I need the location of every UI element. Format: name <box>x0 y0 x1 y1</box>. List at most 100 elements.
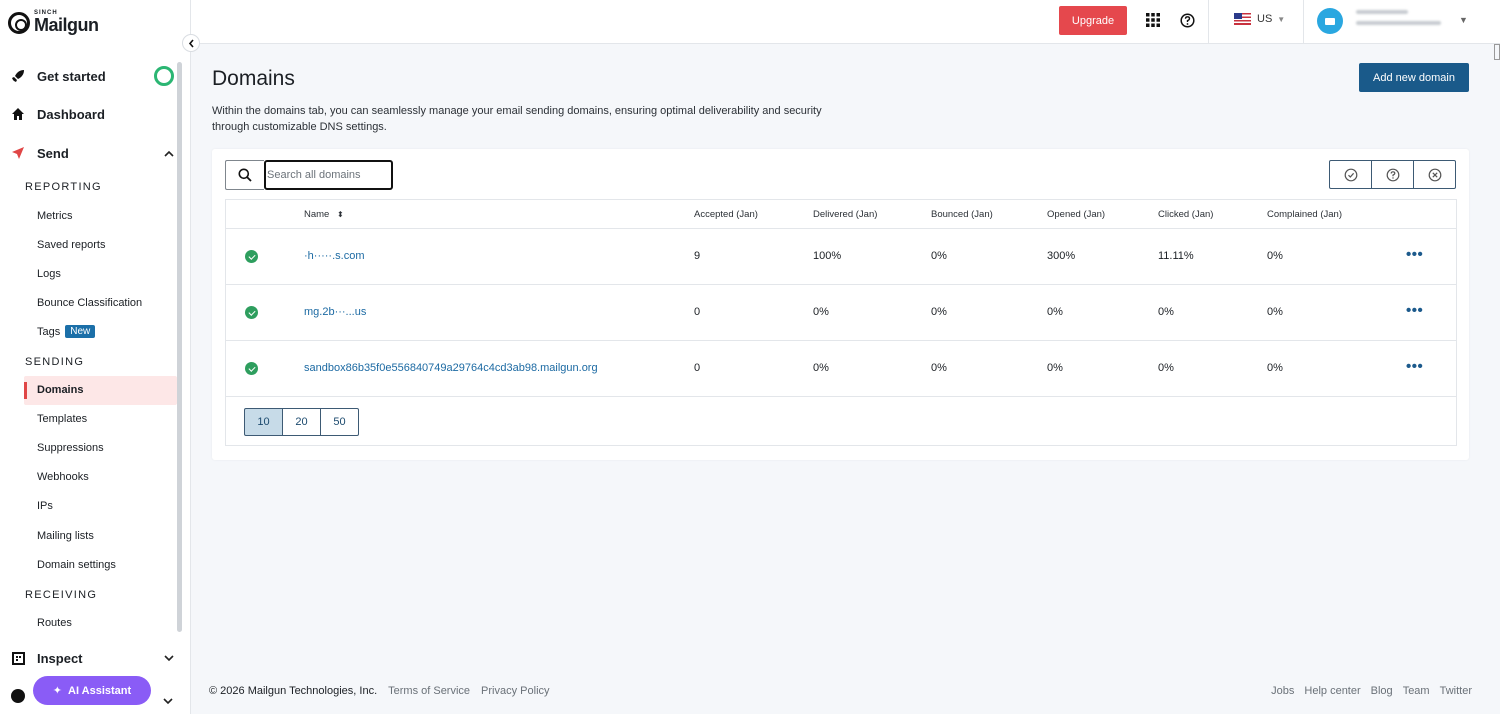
help-icon[interactable] <box>1179 12 1195 28</box>
complained-value: 0% <box>1267 306 1283 318</box>
user-email-redacted <box>1356 21 1441 25</box>
clicked-value: 0% <box>1158 362 1174 374</box>
ai-assistant-label: AI Assistant <box>68 684 132 697</box>
user-account-menu[interactable] <box>1356 10 1441 32</box>
mailgun-logo[interactable]: SINCH Mailgun <box>8 10 99 35</box>
sidebar-item-domains[interactable]: Domains <box>24 376 177 405</box>
footer-right: Jobs Help center Blog Team Twitter <box>1271 685 1472 697</box>
filter-unverified-button[interactable] <box>1371 160 1414 189</box>
sidebar-item-send[interactable]: Send <box>0 141 180 165</box>
filter-verified-button[interactable] <box>1329 160 1372 189</box>
ai-assistant-button[interactable]: ✦ AI Assistant <box>33 676 151 705</box>
sidebar-item-tags[interactable]: Tags New <box>37 325 96 338</box>
page-size-10-button[interactable]: 10 <box>244 408 283 436</box>
table-row: mg.2b···...us 0 0% 0% 0% 0% 0% ••• <box>226 285 1456 341</box>
bounced-value: 0% <box>931 362 947 374</box>
sidebar-item-templates[interactable]: Templates <box>37 413 87 425</box>
domain-link[interactable]: sandbox86b35f0e556840749a29764c4cd3ab98.… <box>304 362 598 374</box>
sidebar-item-ips[interactable]: IPs <box>37 500 53 512</box>
column-header-accepted: Accepted (Jan) <box>694 209 758 220</box>
question-circle-icon <box>1386 168 1399 181</box>
opened-value: 300% <box>1047 250 1076 262</box>
complained-value: 0% <box>1267 362 1283 374</box>
copyright-text: © 2026 Mailgun Technologies, Inc. <box>209 685 378 697</box>
team-link[interactable]: Team <box>1403 685 1430 697</box>
terms-of-service-link[interactable]: Terms of Service <box>388 685 470 697</box>
table-row: sandbox86b35f0e556840749a29764c4cd3ab98.… <box>226 341 1456 397</box>
sidebar-item-inspect[interactable]: Inspect <box>0 646 180 670</box>
section-receiving: RECEIVING <box>25 589 98 601</box>
jobs-link[interactable]: Jobs <box>1271 685 1294 697</box>
column-header-clicked: Clicked (Jan) <box>1158 209 1214 220</box>
upgrade-button[interactable]: Upgrade <box>1059 6 1127 35</box>
sidebar-item-metrics[interactable]: Metrics <box>37 210 72 222</box>
sidebar-item-label: Webhooks <box>37 471 89 483</box>
sidebar-item-label: Get started <box>37 68 106 84</box>
sidebar-item-label: Inspect <box>37 650 83 666</box>
page-scrollbar[interactable] <box>1494 44 1500 60</box>
add-new-domain-button[interactable]: Add new domain <box>1359 63 1469 92</box>
sidebar-item-get-started[interactable]: Get started <box>0 64 180 88</box>
domain-link[interactable]: mg.2b···...us <box>304 306 366 318</box>
opened-value: 0% <box>1047 362 1063 374</box>
sidebar-item-suppressions[interactable]: Suppressions <box>37 442 104 454</box>
sidebar-item-label: Templates <box>37 413 88 425</box>
sidebar-item-label: Dashboard <box>37 106 105 122</box>
caret-down-icon[interactable]: ▼ <box>1459 15 1468 25</box>
region-selector[interactable]: US ▼ <box>1234 13 1285 25</box>
accepted-value: 0 <box>694 306 701 318</box>
opened-value: 0% <box>1047 306 1063 318</box>
domain-link[interactable]: ·h·····.s.com <box>304 250 365 262</box>
page-size-20-button[interactable]: 20 <box>282 408 321 436</box>
sidebar-item-label: Bounce Classification <box>37 297 143 309</box>
table-header: Name ⬍ Accepted (Jan) Delivered (Jan) Bo… <box>226 200 1456 229</box>
globe-icon <box>11 689 25 703</box>
bounced-value: 0% <box>931 250 947 262</box>
sort-icon: ⬍ <box>336 210 344 219</box>
region-label: US <box>1257 13 1273 25</box>
sidebar-item-dashboard[interactable]: Dashboard <box>0 102 180 126</box>
sidebar-item-label: Logs <box>37 268 61 280</box>
accepted-value: 9 <box>694 250 701 262</box>
sidebar-item-saved-reports[interactable]: Saved reports <box>37 239 105 251</box>
user-name-redacted <box>1356 10 1408 14</box>
privacy-policy-link[interactable]: Privacy Policy <box>481 685 549 697</box>
sidebar-item-logs[interactable]: Logs <box>37 268 61 280</box>
column-header-complained: Complained (Jan) <box>1267 209 1342 220</box>
more-options-icon[interactable]: ••• <box>1406 302 1423 319</box>
page-title: Domains <box>212 67 295 90</box>
search-icon[interactable] <box>225 160 264 190</box>
sidebar-item-routes[interactable]: Routes <box>37 617 72 629</box>
domains-table: Name ⬍ Accepted (Jan) Delivered (Jan) Bo… <box>225 199 1457 446</box>
filter-disabled-button[interactable] <box>1413 160 1456 189</box>
search-input[interactable] <box>264 160 393 190</box>
blog-link[interactable]: Blog <box>1371 685 1393 697</box>
sidebar-item-label: IPs <box>37 500 53 512</box>
twitter-link[interactable]: Twitter <box>1440 685 1472 697</box>
verified-check-icon <box>245 306 258 319</box>
accepted-value: 0 <box>694 362 701 374</box>
page-size-50-button[interactable]: 50 <box>320 408 359 436</box>
sidebar-item-label: Mailing lists <box>37 530 94 542</box>
home-icon <box>11 107 25 121</box>
chevron-down-icon[interactable] <box>163 692 173 710</box>
more-options-icon[interactable]: ••• <box>1406 358 1423 375</box>
column-header-name[interactable]: Name ⬍ <box>304 209 344 220</box>
inspect-icon <box>11 651 25 665</box>
sidebar-item-webhooks[interactable]: Webhooks <box>37 471 89 483</box>
delivered-value: 100% <box>813 250 842 262</box>
apps-grid-icon[interactable] <box>1145 12 1161 28</box>
sidebar-item-label: Saved reports <box>37 239 106 251</box>
more-options-icon[interactable]: ••• <box>1406 246 1423 263</box>
send-icon <box>11 146 25 160</box>
caret-down-icon: ▼ <box>1277 14 1286 24</box>
collapse-sidebar-button[interactable] <box>182 34 200 52</box>
avatar[interactable] <box>1317 8 1343 34</box>
sidebar-item-label: Send <box>37 145 69 161</box>
section-reporting: REPORTING <box>25 181 102 193</box>
sidebar-item-domain-settings[interactable]: Domain settings <box>37 559 116 571</box>
help-center-link[interactable]: Help center <box>1304 685 1360 697</box>
sidebar-item-bounce-classification[interactable]: Bounce Classification <box>37 297 142 309</box>
search-bar <box>225 160 393 190</box>
sidebar-item-mailing-lists[interactable]: Mailing lists <box>37 530 94 542</box>
